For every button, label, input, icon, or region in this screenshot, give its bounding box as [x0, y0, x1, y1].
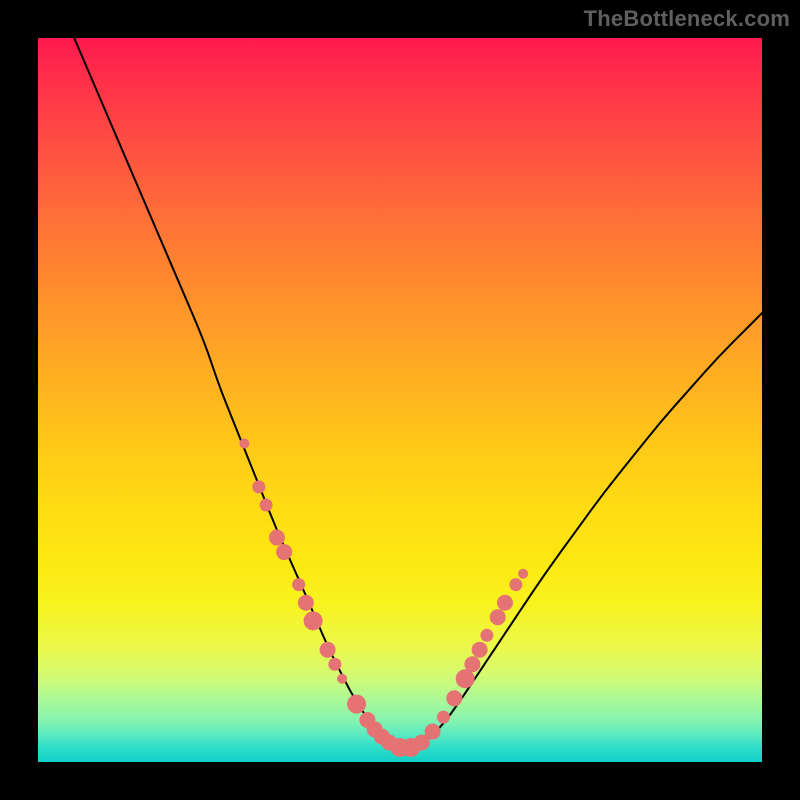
curve-svg	[38, 38, 762, 762]
data-point	[464, 656, 480, 672]
data-point	[320, 642, 336, 658]
data-point	[252, 480, 265, 493]
data-point	[239, 438, 249, 448]
data-point	[347, 695, 366, 714]
data-point	[304, 611, 323, 630]
data-point	[298, 595, 314, 611]
data-point	[518, 569, 528, 579]
data-point	[437, 711, 450, 724]
data-point	[260, 498, 273, 511]
marker-group	[239, 438, 528, 757]
data-point	[328, 658, 341, 671]
data-point	[490, 609, 506, 625]
data-point	[337, 674, 347, 684]
data-point	[509, 578, 522, 591]
data-point	[472, 642, 488, 658]
data-point	[480, 629, 493, 642]
bottleneck-curve	[74, 38, 762, 749]
data-point	[425, 724, 441, 740]
data-point	[276, 544, 292, 560]
data-point	[269, 530, 285, 546]
data-point	[446, 690, 462, 706]
chart-canvas: TheBottleneck.com	[0, 0, 800, 800]
data-point	[292, 578, 305, 591]
watermark-text: TheBottleneck.com	[584, 6, 790, 32]
plot-area	[38, 38, 762, 762]
data-point	[497, 595, 513, 611]
